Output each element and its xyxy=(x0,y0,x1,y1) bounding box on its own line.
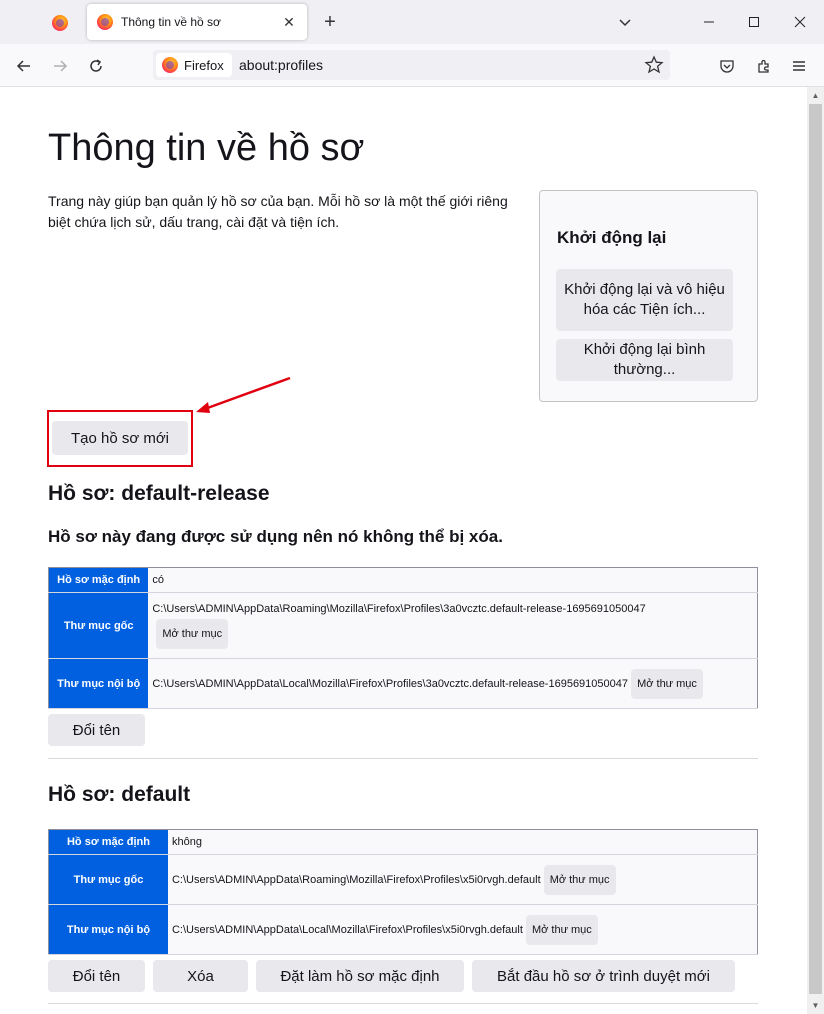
profile-table: Hồ sơ mặc định không Thư mục gốc C:\User… xyxy=(48,829,758,955)
profile-in-use-note: Hồ sơ này đang được sử dụng nên nó không… xyxy=(48,527,503,546)
table-row: Hồ sơ mặc định không xyxy=(48,829,758,855)
arrow-annotation xyxy=(196,376,291,413)
menu-icon[interactable] xyxy=(786,53,812,79)
identity-box[interactable]: Firefox xyxy=(156,53,232,77)
identity-label: Firefox xyxy=(184,57,224,73)
launch-profile-button[interactable]: Bắt đầu hồ sơ ở trình duyệt mới xyxy=(472,960,735,992)
pocket-icon[interactable] xyxy=(714,53,740,79)
open-folder-button[interactable]: Mở thư mục xyxy=(543,864,616,895)
scroll-up-icon[interactable]: ▲ xyxy=(807,87,824,104)
rename-button[interactable]: Đổi tên xyxy=(48,960,145,992)
bookmark-star-icon[interactable] xyxy=(644,55,664,75)
separator xyxy=(48,1003,758,1004)
restart-heading: Khởi động lại xyxy=(557,228,667,247)
tab-bar: Thông tin về hồ sơ ✕ + xyxy=(0,0,824,44)
default-value: có xyxy=(148,567,758,593)
pinned-tab[interactable] xyxy=(40,5,80,41)
profile-table: Hồ sơ mặc định có Thư mục gốc C:\Users\A… xyxy=(48,567,758,709)
table-row: Thư mục gốc C:\Users\ADMIN\AppData\Roami… xyxy=(48,592,758,659)
open-folder-button[interactable]: Mở thư mục xyxy=(156,618,229,649)
default-label: Hồ sơ mặc định xyxy=(48,829,168,855)
separator xyxy=(48,758,758,759)
local-folder-cell: C:\Users\ADMIN\AppData\Local\Mozilla\Fir… xyxy=(148,658,758,709)
scrollbar[interactable]: ▲ ▼ xyxy=(807,87,824,1014)
url-text[interactable]: about:profiles xyxy=(239,57,323,73)
remove-button[interactable]: Xóa xyxy=(153,960,248,992)
tab-title: Thông tin về hồ sơ xyxy=(121,15,221,29)
url-bar[interactable]: Firefox about:profiles xyxy=(153,50,670,80)
page-title: Thông tin về hồ sơ xyxy=(48,127,365,169)
root-folder-path: C:\Users\ADMIN\AppData\Roaming\Mozilla\F… xyxy=(152,602,646,615)
page-intro: Trang này giúp bạn quản lý hồ sơ của bạn… xyxy=(48,193,508,230)
new-tab-icon[interactable]: + xyxy=(318,10,342,34)
profile-heading: Hồ sơ: default xyxy=(48,783,191,806)
restart-box: Khởi động lại Khởi động lại và vô hiệu h… xyxy=(539,190,758,402)
tab-profiles[interactable]: Thông tin về hồ sơ ✕ xyxy=(87,4,307,40)
local-folder-label: Thư mục nội bộ xyxy=(48,658,149,709)
nav-bar: Firefox about:profiles xyxy=(0,44,824,87)
back-icon[interactable] xyxy=(11,53,37,79)
open-folder-button[interactable]: Mở thư mục xyxy=(525,914,598,945)
table-row: Thư mục nội bộ C:\Users\ADMIN\AppData\Lo… xyxy=(48,904,758,955)
local-folder-cell: C:\Users\ADMIN\AppData\Local\Mozilla\Fir… xyxy=(167,904,758,955)
default-label: Hồ sơ mặc định xyxy=(48,567,149,593)
highlight-box xyxy=(47,410,193,467)
reload-icon[interactable] xyxy=(83,53,109,79)
scroll-thumb[interactable] xyxy=(809,104,822,994)
root-folder-label: Thư mục gốc xyxy=(48,592,149,659)
firefox-icon xyxy=(162,57,178,73)
local-folder-label: Thư mục nội bộ xyxy=(48,904,168,955)
close-tab-icon[interactable]: ✕ xyxy=(279,12,299,32)
minimize-icon[interactable] xyxy=(697,10,721,34)
default-value: không xyxy=(167,829,758,855)
forward-icon[interactable] xyxy=(47,53,73,79)
firefox-icon xyxy=(52,15,68,31)
root-folder-cell: C:\Users\ADMIN\AppData\Roaming\Mozilla\F… xyxy=(167,854,758,905)
table-row: Thư mục gốc C:\Users\ADMIN\AppData\Roami… xyxy=(48,854,758,905)
firefox-icon xyxy=(97,14,113,30)
set-default-button[interactable]: Đặt làm hồ sơ mặc định xyxy=(256,960,464,992)
root-folder-label: Thư mục gốc xyxy=(48,854,168,905)
profile-heading: Hồ sơ: default-release xyxy=(48,482,270,505)
local-folder-path: C:\Users\ADMIN\AppData\Local\Mozilla\Fir… xyxy=(171,923,523,936)
list-tabs-icon[interactable] xyxy=(613,10,637,34)
restart-disable-addons-button[interactable]: Khởi động lại và vô hiệu hóa các Tiện íc… xyxy=(556,269,733,331)
root-folder-cell: C:\Users\ADMIN\AppData\Roaming\Mozilla\F… xyxy=(148,592,758,659)
table-row: Thư mục nội bộ C:\Users\ADMIN\AppData\Lo… xyxy=(48,658,758,709)
maximize-icon[interactable] xyxy=(742,10,766,34)
extensions-icon[interactable] xyxy=(751,53,777,79)
table-row: Hồ sơ mặc định có xyxy=(48,567,758,593)
root-folder-path: C:\Users\ADMIN\AppData\Roaming\Mozilla\F… xyxy=(171,873,541,886)
scroll-down-icon[interactable]: ▼ xyxy=(807,997,824,1014)
close-window-icon[interactable] xyxy=(788,10,812,34)
local-folder-path: C:\Users\ADMIN\AppData\Local\Mozilla\Fir… xyxy=(152,677,629,690)
restart-normal-button[interactable]: Khởi động lại bình thường... xyxy=(556,339,733,381)
rename-button[interactable]: Đổi tên xyxy=(48,714,145,746)
open-folder-button[interactable]: Mở thư mục xyxy=(631,668,703,699)
page-content: Thông tin về hồ sơ Trang này giúp bạn qu… xyxy=(0,87,807,1014)
